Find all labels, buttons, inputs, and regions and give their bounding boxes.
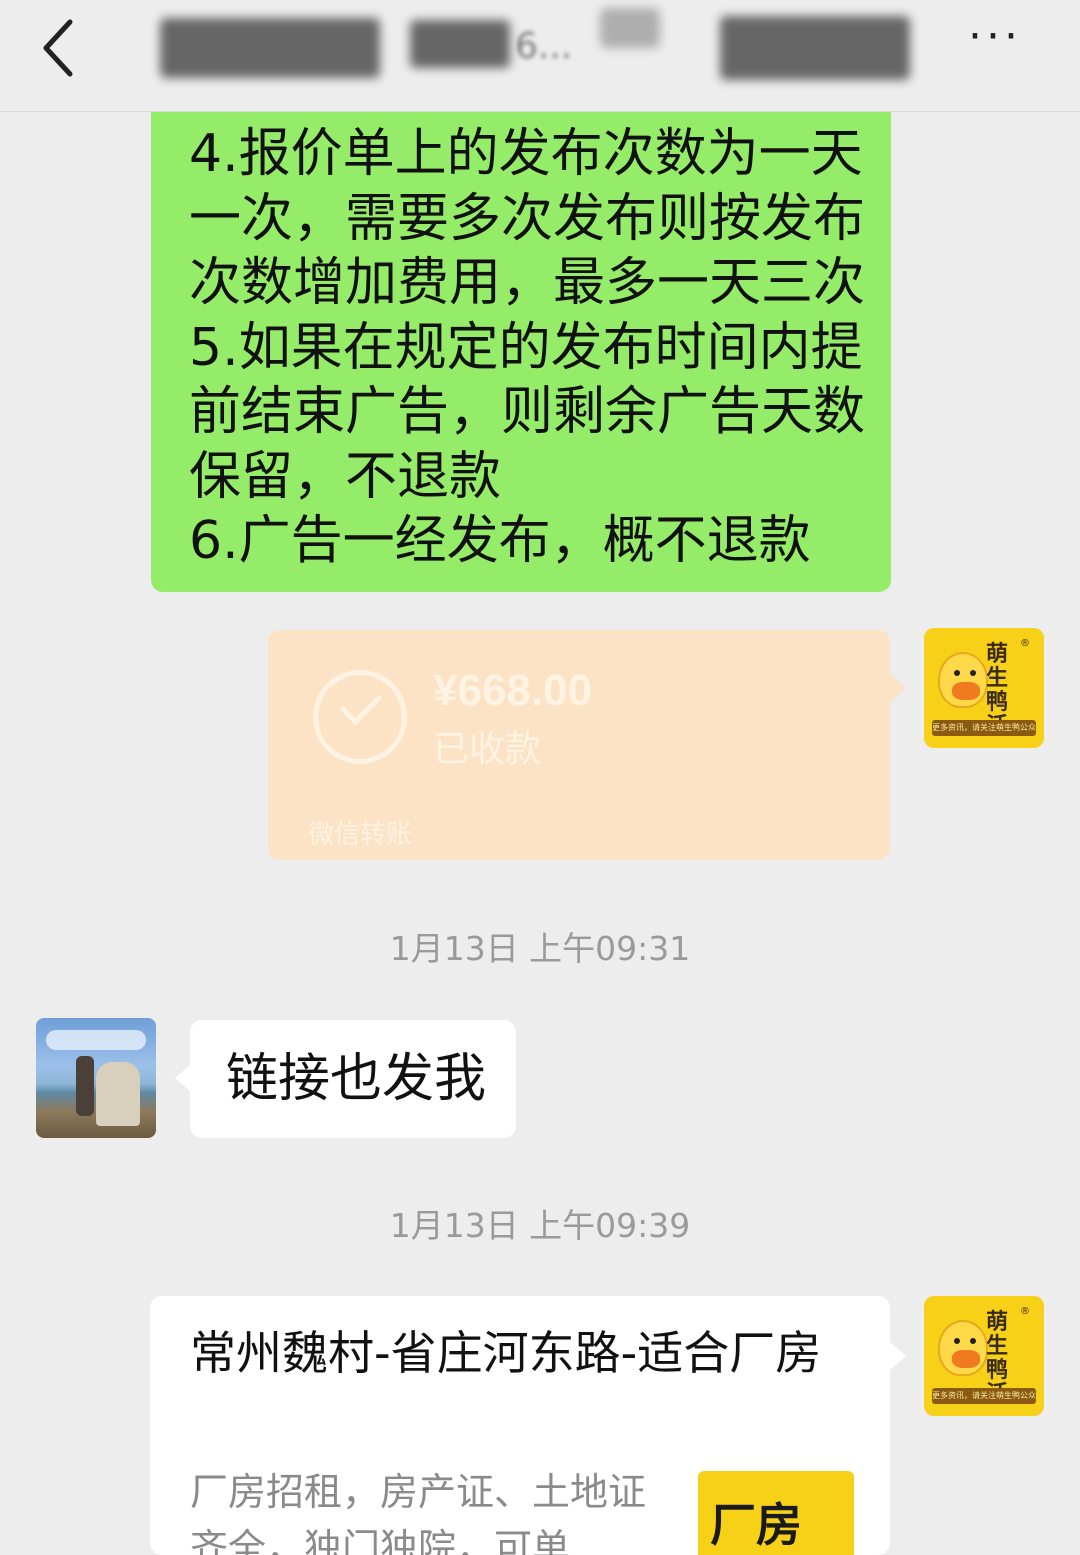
message-text: 4.报价单上的发布次数为一天 一次，需要多次发布则按发布 次数增加费用，最多一天… xyxy=(189,124,866,571)
avatar[interactable] xyxy=(36,1018,156,1138)
transfer-card[interactable]: ¥668.00 已收款 微信转账 xyxy=(268,630,890,860)
link-thumbnail: 厂房 xyxy=(698,1471,854,1555)
thumbnail-label: 厂房 xyxy=(710,1498,802,1552)
chat-title-redacted: 6... xyxy=(160,8,920,98)
bubble-tail xyxy=(890,674,906,702)
transfer-amount: ¥668.00 xyxy=(433,666,593,715)
check-circle-icon xyxy=(313,670,407,764)
link-description: 厂房招租，房产证、土地证齐全，独门独院，可单 xyxy=(190,1470,647,1555)
transfer-source: 微信转账 xyxy=(308,820,413,850)
message-text: 链接也发我 xyxy=(226,1049,487,1109)
message-timestamp: 1月13日 上午09:31 xyxy=(389,929,691,968)
avatar[interactable]: 萌生鸭活 ® 更多资讯，请关注萌生鸭公众号 xyxy=(924,628,1044,748)
sent-message-terms[interactable]: 4.报价单上的发布次数为一天 一次，需要多次发布则按发布 次数增加费用，最多一天… xyxy=(151,112,891,592)
bubble-tail xyxy=(890,1342,906,1370)
chat-header: 6... ··· xyxy=(0,0,1080,112)
link-title: 常州魏村-省庄河东路-适合厂房 xyxy=(190,1326,822,1380)
transfer-status: 已收款 xyxy=(433,729,542,770)
received-message[interactable]: 链接也发我 xyxy=(190,1020,516,1138)
chat-title-fragment: 6... xyxy=(515,26,573,67)
bubble-tail xyxy=(175,1064,191,1092)
back-arrow-icon[interactable] xyxy=(30,10,90,80)
message-timestamp: 1月13日 上午09:39 xyxy=(389,1206,691,1245)
more-options-icon[interactable]: ··· xyxy=(960,15,1030,62)
avatar[interactable]: 萌生鸭活 ® 更多资讯，请关注萌生鸭公众号 xyxy=(924,1296,1044,1416)
link-share-card[interactable]: 常州魏村-省庄河东路-适合厂房 厂房招租，房产证、土地证齐全，独门独院，可单 厂… xyxy=(150,1296,890,1555)
